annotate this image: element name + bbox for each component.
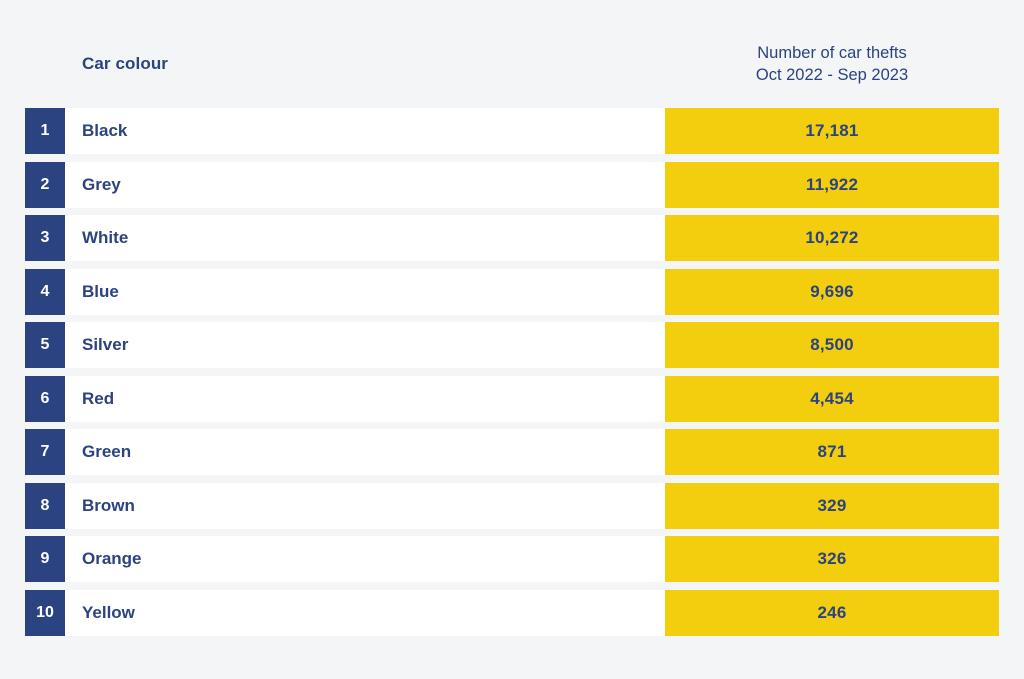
value-label: 4,454 [810,388,854,408]
rank-badge: 2 [25,161,65,208]
table-row: 6 Red 4,454 [0,375,1024,430]
rank-badge: 7 [25,429,65,475]
car-theft-ranking-chart: Car colour Number of car thefts Oct 2022… [0,0,1024,679]
value-label: 10,272 [805,228,859,247]
column-header-line-1: Number of car thefts [757,44,907,62]
value-bar: 871 [665,429,999,475]
value-label: 17,181 [805,121,859,140]
table-row: 1 Black 17,181 [0,108,1024,162]
value-label: 8,500 [810,335,854,354]
value-label: 329 [817,495,847,515]
table-row: 9 Orange 326 [0,536,1024,590]
value-bar: 329 [665,482,999,529]
rank-badge: 8 [25,482,65,529]
value-bar: 246 [665,589,999,636]
rank-badge: 4 [25,268,65,315]
value-bar: 8,500 [665,322,999,368]
row-category-label: Green [82,442,132,461]
value-label: 9,696 [810,281,854,301]
value-bar: 4,454 [665,375,999,422]
row-category-label: Brown [82,495,135,515]
rank-badge: 3 [25,215,65,261]
table-row: 3 White 10,272 [0,215,1024,269]
rank-badge: 5 [25,322,65,368]
column-header-car-colour: Car colour [82,54,169,73]
table-row: 5 Silver 8,500 [0,322,1024,376]
value-bar: 11,922 [665,161,999,208]
row-category-label: Black [82,121,128,140]
value-label: 11,922 [805,174,859,194]
row-category-label: Orange [82,549,142,568]
value-label: 326 [817,549,847,568]
table-row: 8 Brown 329 [0,482,1024,537]
row-category-label: Grey [82,174,121,194]
value-bar: 17,181 [665,108,999,154]
row-category-label: Silver [82,335,129,354]
rank-badge: 6 [25,375,65,422]
table-header: Car colour Number of car thefts Oct 2022… [0,0,1024,108]
table-row: 4 Blue 9,696 [0,268,1024,323]
rank-badge: 9 [25,536,65,582]
table-row: 10 Yellow 246 [0,589,1024,644]
ranking-rows: 1 Black 17,181 2 Grey 11,922 3 White 10,… [0,108,1024,643]
table-row: 2 Grey 11,922 [0,161,1024,216]
rank-badge: 1 [25,108,65,154]
row-category-label: White [82,228,129,247]
value-bar: 9,696 [665,268,999,315]
column-header-car-thefts: Number of car thefts Oct 2022 - Sep 2023 [665,42,999,87]
value-label: 871 [817,442,847,461]
value-bar: 326 [665,536,999,582]
column-header-line-2: Oct 2022 - Sep 2023 [755,66,909,85]
rank-badge: 10 [25,589,65,636]
row-category-label: Yellow [82,602,135,622]
table-row: 7 Green 871 [0,429,1024,483]
value-label: 246 [817,602,847,622]
row-category-label: Blue [82,281,119,301]
value-bar: 10,272 [665,215,999,261]
row-category-label: Red [82,388,115,408]
